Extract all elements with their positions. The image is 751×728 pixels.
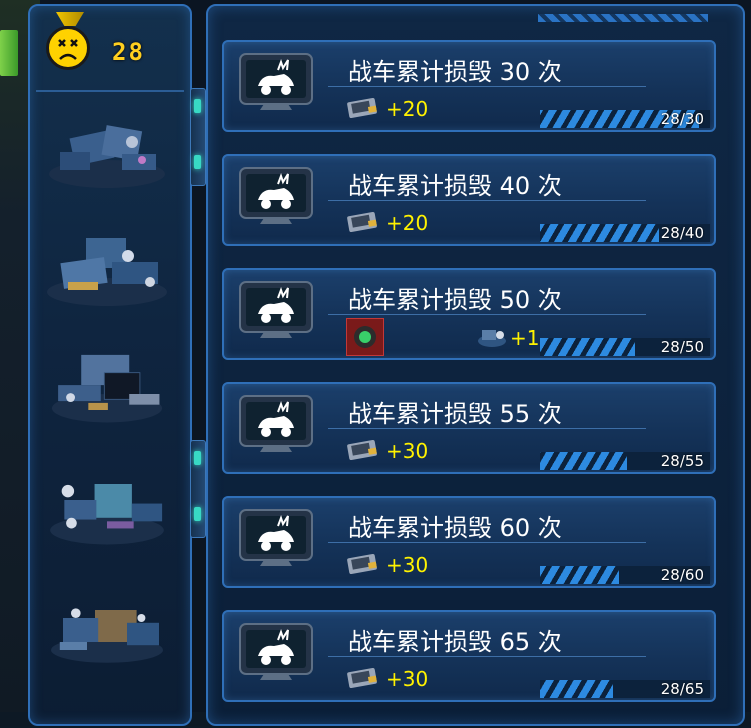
scrap-pile-icon xyxy=(51,354,163,423)
task-card[interactable]: 战车累计损毁 60 次 +30 28/60 xyxy=(222,496,716,588)
divider xyxy=(36,90,184,92)
progress-bar: 28/30 xyxy=(540,110,710,128)
divider xyxy=(328,86,646,87)
progress-bar: 28/55 xyxy=(540,452,710,470)
task-title: 战车累计损毁 50 次 xyxy=(348,286,562,314)
cash-chip-icon xyxy=(347,440,377,460)
decorative-stripe xyxy=(538,14,708,22)
vehicle-destroyed-icon xyxy=(239,167,313,224)
task-card[interactable]: 战车累计损毁 40 次 +20 28/40 xyxy=(222,154,716,246)
divider xyxy=(328,200,646,201)
panel-connector xyxy=(190,88,206,186)
task-title: 战车累计损毁 55 次 xyxy=(348,400,562,428)
reward-amount: +20 xyxy=(386,211,429,235)
scrap-pile-icon xyxy=(51,608,163,663)
progress-bar: 28/40 xyxy=(540,224,710,242)
task-card[interactable]: 战车累计损毁 50 次 +1 28/50 xyxy=(222,268,716,360)
progress-bar: 28/65 xyxy=(540,680,710,698)
scrap-pile-icon xyxy=(47,238,167,306)
task-card[interactable]: 战车累计损毁 65 次 +30 28/65 xyxy=(222,610,716,702)
vehicle-destroyed-icon xyxy=(239,395,313,452)
medal-ribbon-icon xyxy=(56,12,84,26)
progress-text: 28/65 xyxy=(660,680,704,698)
progress-bar: 28/60 xyxy=(540,566,710,584)
divider xyxy=(328,656,646,657)
scrap-pile-icon xyxy=(50,484,164,545)
left-panel: 28 xyxy=(28,4,192,726)
scrap-pile-icon xyxy=(49,125,165,188)
progress-text: 28/30 xyxy=(660,110,704,128)
vehicle-destroyed-icon xyxy=(239,53,313,110)
progress-fill xyxy=(540,680,614,698)
cash-chip-icon xyxy=(347,98,377,118)
task-title: 战车累计损毁 60 次 xyxy=(348,514,562,542)
divider xyxy=(328,428,646,429)
cash-chip-icon xyxy=(347,668,377,688)
divider xyxy=(328,542,646,543)
progress-text: 28/60 xyxy=(660,566,704,584)
divider xyxy=(328,314,646,315)
reward-amount: +30 xyxy=(386,553,429,577)
destroy-count: 28 xyxy=(112,38,145,66)
cash-chip-icon xyxy=(347,212,377,232)
task-title: 战车累计损毁 40 次 xyxy=(348,172,562,200)
progress-text: 28/40 xyxy=(660,224,704,242)
reward-amount: +1 xyxy=(510,326,540,350)
progress-fill xyxy=(540,338,636,356)
vehicle-destroyed-icon xyxy=(239,509,313,566)
task-card[interactable]: 战车累计损毁 30 次 +20 28/30 xyxy=(222,40,716,132)
task-title: 战车累计损毁 65 次 xyxy=(348,628,562,656)
task-title: 战车累计损毁 30 次 xyxy=(348,58,562,86)
reward-amount: +30 xyxy=(386,439,429,463)
reward-item-icon[interactable] xyxy=(346,318,384,356)
reward-amount: +30 xyxy=(386,667,429,691)
progress-text: 28/50 xyxy=(660,338,704,356)
vehicle-destroyed-icon xyxy=(239,623,313,680)
progress-fill xyxy=(540,452,627,470)
reward-amount: +20 xyxy=(386,97,429,121)
battery-icon xyxy=(0,30,18,76)
progress-bar: 28/50 xyxy=(540,338,710,356)
task-list-panel[interactable]: 战车累计损毁 30 次 +20 28/30 战车累计损毁 40 次 +20 28… xyxy=(206,4,745,726)
vehicle-destroyed-icon xyxy=(239,281,313,338)
progress-fill xyxy=(540,566,620,584)
task-card[interactable]: 战车累计损毁 55 次 +30 28/55 xyxy=(222,382,716,474)
sad-face-icon xyxy=(46,26,90,70)
panel-connector xyxy=(190,440,206,538)
cash-chip-icon xyxy=(347,554,377,574)
progress-fill xyxy=(540,224,659,242)
progress-text: 28/55 xyxy=(660,452,704,470)
scrap-part-icon xyxy=(478,330,506,347)
